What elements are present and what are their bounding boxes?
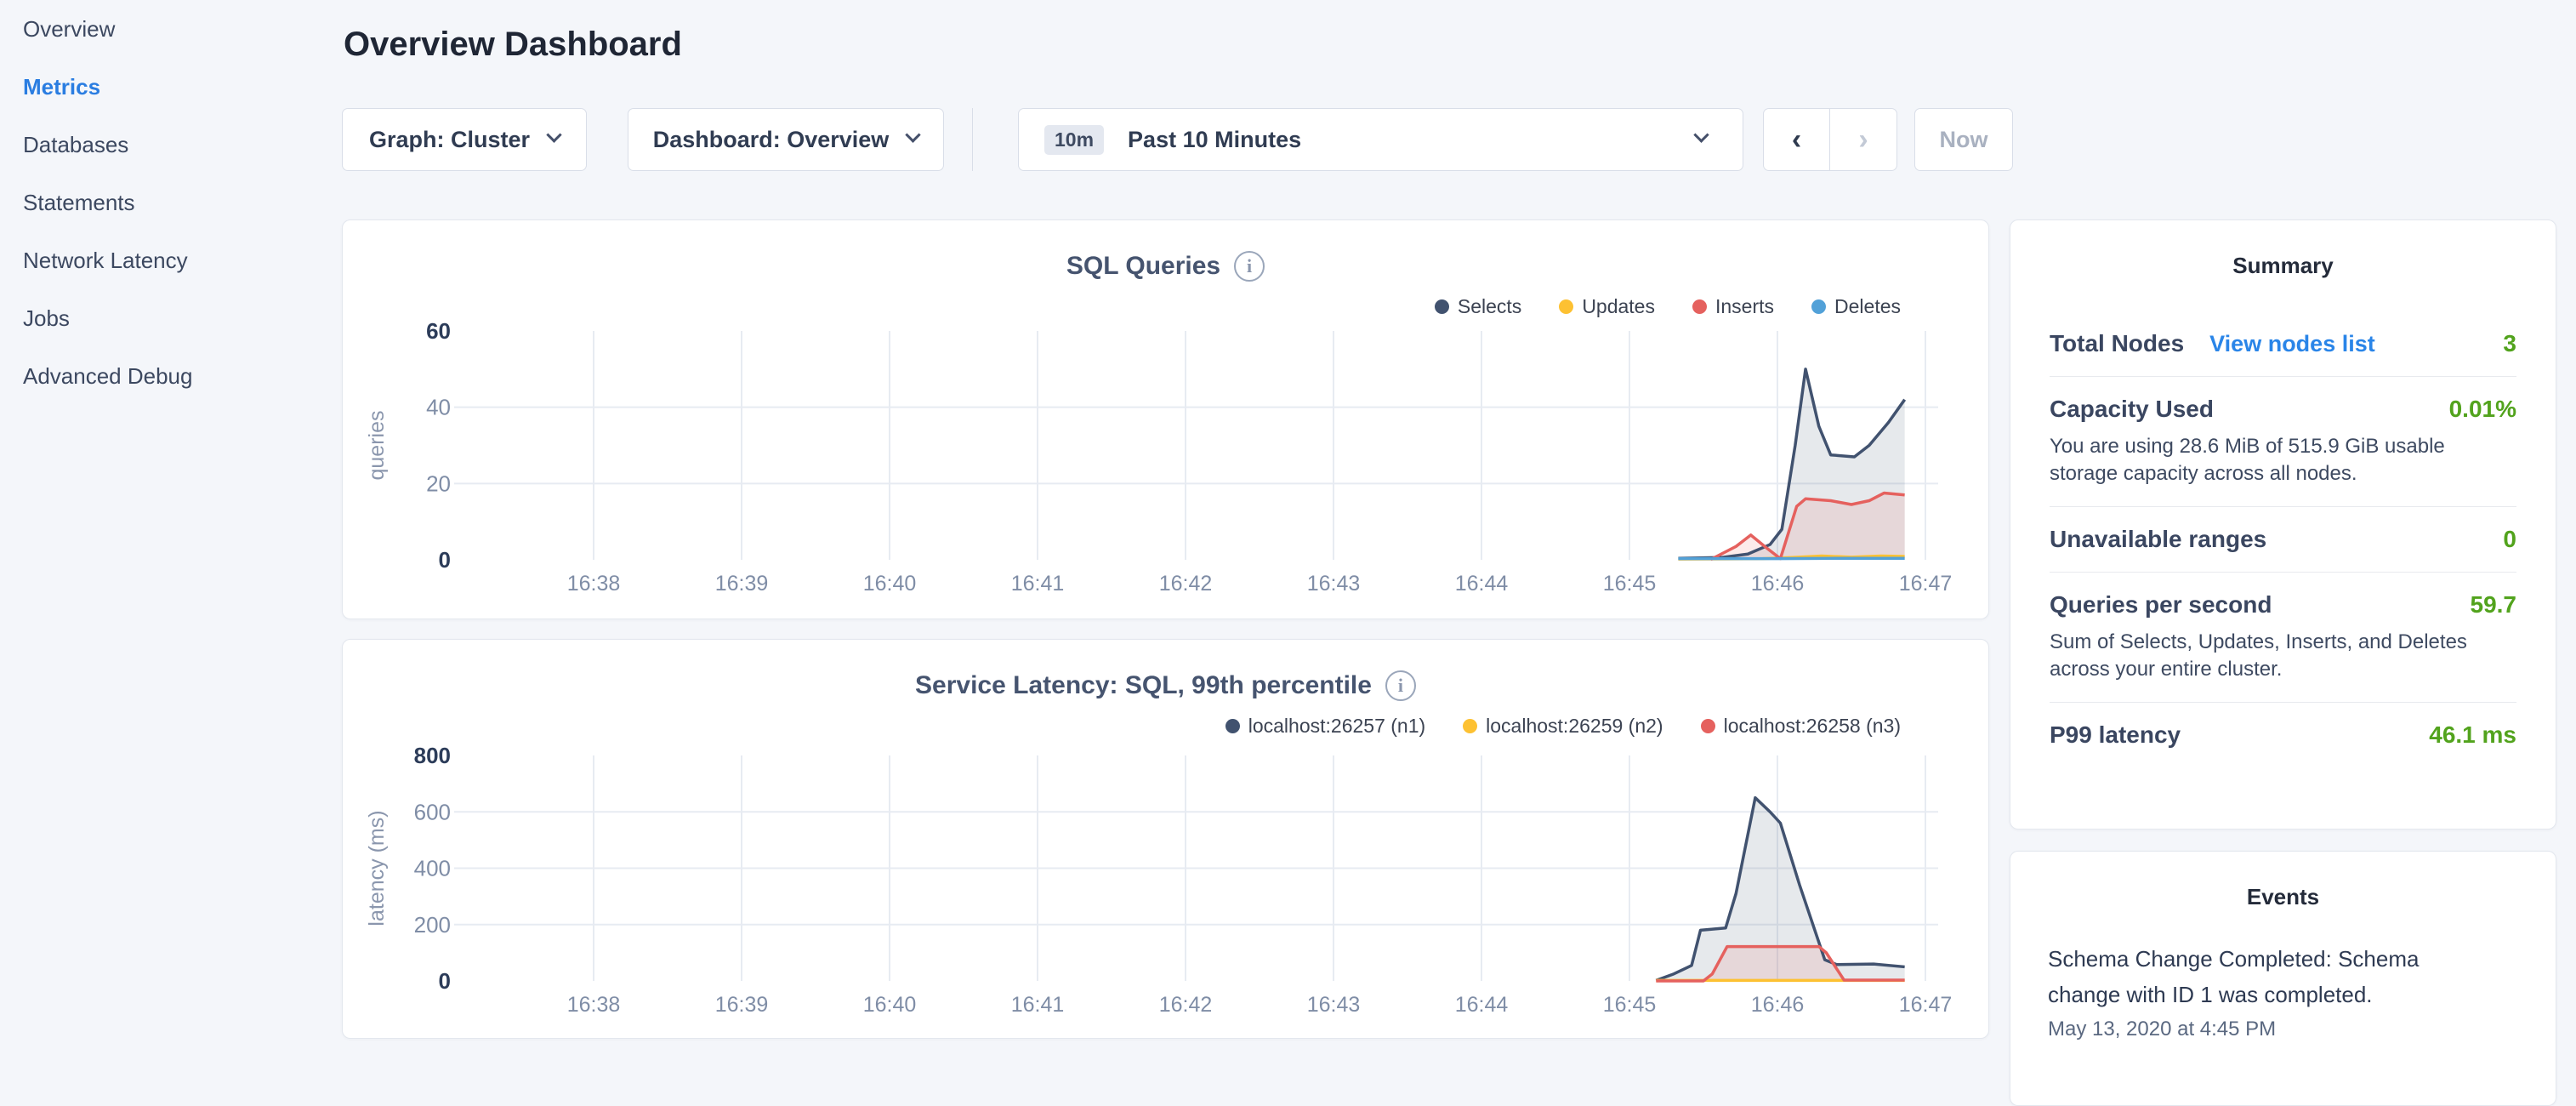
sidebar-item-network-latency[interactable]: Network Latency [0,231,340,289]
svg-text:0: 0 [439,547,451,573]
time-range-label: Past 10 Minutes [1128,127,1301,153]
summary-panel: Summary Total Nodes View nodes list 3 Ca… [2010,219,2556,830]
events-title: Events [2010,884,2556,910]
sql-queries-chart-panel: SQL Queries i SelectsUpdatesInsertsDelet… [342,219,1989,619]
capacity-used-value: 0.01% [2449,396,2516,423]
svg-text:800: 800 [414,743,451,768]
svg-text:16:40: 16:40 [863,572,917,596]
summary-title: Summary [2010,253,2556,279]
view-nodes-list-link[interactable]: View nodes list [2209,331,2375,357]
time-step-back-button[interactable]: ‹ [1764,109,1830,170]
svg-text:16:39: 16:39 [715,993,769,1017]
queries-per-second-value: 59.7 [2471,591,2517,619]
total-nodes-value: 3 [2503,330,2516,357]
time-range-selector[interactable]: 10m Past 10 Minutes [1018,108,1743,171]
svg-text:16:44: 16:44 [1455,993,1509,1017]
svg-text:16:44: 16:44 [1455,572,1509,596]
queries-per-second-caption: Sum of Selects, Updates, Inserts, and De… [2050,629,2516,683]
summary-row-qps: Queries per second 59.7 [2050,591,2516,619]
page-title: Overview Dashboard [344,26,682,64]
graph-scope-dropdown[interactable]: Graph: Cluster [342,108,587,171]
svg-text:queries: queries [365,411,389,481]
divider [2050,702,2516,703]
sidebar-item-databases[interactable]: Databases [0,116,340,174]
svg-text:16:38: 16:38 [567,572,621,596]
total-nodes-label: Total Nodes [2050,330,2184,357]
summary-row-unavailable-ranges: Unavailable ranges 0 [2050,526,2516,553]
svg-text:16:38: 16:38 [567,993,621,1017]
svg-text:600: 600 [414,799,451,824]
svg-text:16:40: 16:40 [863,993,917,1017]
events-panel: Events Schema Change Completed: Schema c… [2010,851,2556,1106]
capacity-used-label: Capacity Used [2050,396,2214,423]
svg-text:16:47: 16:47 [1899,993,1953,1017]
controls-divider [972,108,973,171]
service-latency-chart[interactable]: 16:38 16:39 16:40 16:41 16:42 16:43 16:44 16:45… [343,640,1988,1038]
svg-text:16:46: 16:46 [1751,993,1805,1017]
svg-text:60: 60 [426,318,451,344]
divider [2050,572,2516,573]
chevron-down-icon [546,127,561,142]
svg-text:40: 40 [426,395,451,420]
now-button[interactable]: Now [1914,108,2013,171]
p99-latency-value: 46.1 ms [2429,721,2516,749]
sidebar: Overview Metrics Databases Statements Ne… [0,0,340,1052]
svg-text:16:45: 16:45 [1603,993,1657,1017]
dashboard-dropdown[interactable]: Dashboard: Overview [628,108,944,171]
sidebar-item-statements[interactable]: Statements [0,174,340,231]
svg-text:16:45: 16:45 [1603,572,1657,596]
svg-text:16:41: 16:41 [1011,572,1065,596]
svg-text:0: 0 [439,968,451,994]
divider [2050,506,2516,507]
chevron-down-icon [1693,127,1709,142]
svg-text:400: 400 [414,856,451,881]
unavailable-ranges-label: Unavailable ranges [2050,526,2266,553]
svg-text:latency (ms): latency (ms) [365,810,389,926]
event-message[interactable]: Schema Change Completed: Schema change w… [2048,941,2465,1012]
svg-text:20: 20 [426,470,451,496]
svg-text:16:42: 16:42 [1159,993,1213,1017]
chevron-down-icon [906,127,921,142]
service-latency-chart-panel: Service Latency: SQL, 99th percentile i … [342,639,1989,1039]
capacity-used-caption: You are using 28.6 MiB of 515.9 GiB usab… [2050,433,2516,487]
queries-per-second-label: Queries per second [2050,591,2272,619]
p99-latency-label: P99 latency [2050,721,2181,749]
sidebar-item-jobs[interactable]: Jobs [0,289,340,347]
svg-text:16:39: 16:39 [715,572,769,596]
summary-row-p99: P99 latency 46.1 ms [2050,721,2516,749]
svg-text:200: 200 [414,912,451,938]
svg-text:16:42: 16:42 [1159,572,1213,596]
svg-text:16:41: 16:41 [1011,993,1065,1017]
sidebar-item-metrics[interactable]: Metrics [0,58,340,116]
summary-row-capacity: Capacity Used 0.01% [2050,396,2516,423]
event-timestamp: May 13, 2020 at 4:45 PM [2048,1018,2518,1041]
unavailable-ranges-value: 0 [2503,526,2516,553]
svg-text:16:43: 16:43 [1307,572,1361,596]
svg-text:16:46: 16:46 [1751,572,1805,596]
sidebar-item-advanced-debug[interactable]: Advanced Debug [0,347,340,405]
sql-queries-chart[interactable]: 16:38 16:39 16:40 16:41 16:42 16:43 16:44 16:45… [343,220,1988,619]
dashboard-label: Dashboard: Overview [653,127,890,153]
svg-text:16:47: 16:47 [1899,572,1953,596]
time-range-badge: 10m [1044,125,1104,155]
time-step-forward-button[interactable]: › [1830,109,1896,170]
graph-scope-label: Graph: Cluster [369,127,530,153]
sidebar-item-overview[interactable]: Overview [0,0,340,58]
svg-text:16:43: 16:43 [1307,993,1361,1017]
divider [2050,376,2516,377]
summary-row-total-nodes: Total Nodes View nodes list 3 [2050,330,2516,357]
time-step-buttons: ‹ › [1763,108,1897,171]
